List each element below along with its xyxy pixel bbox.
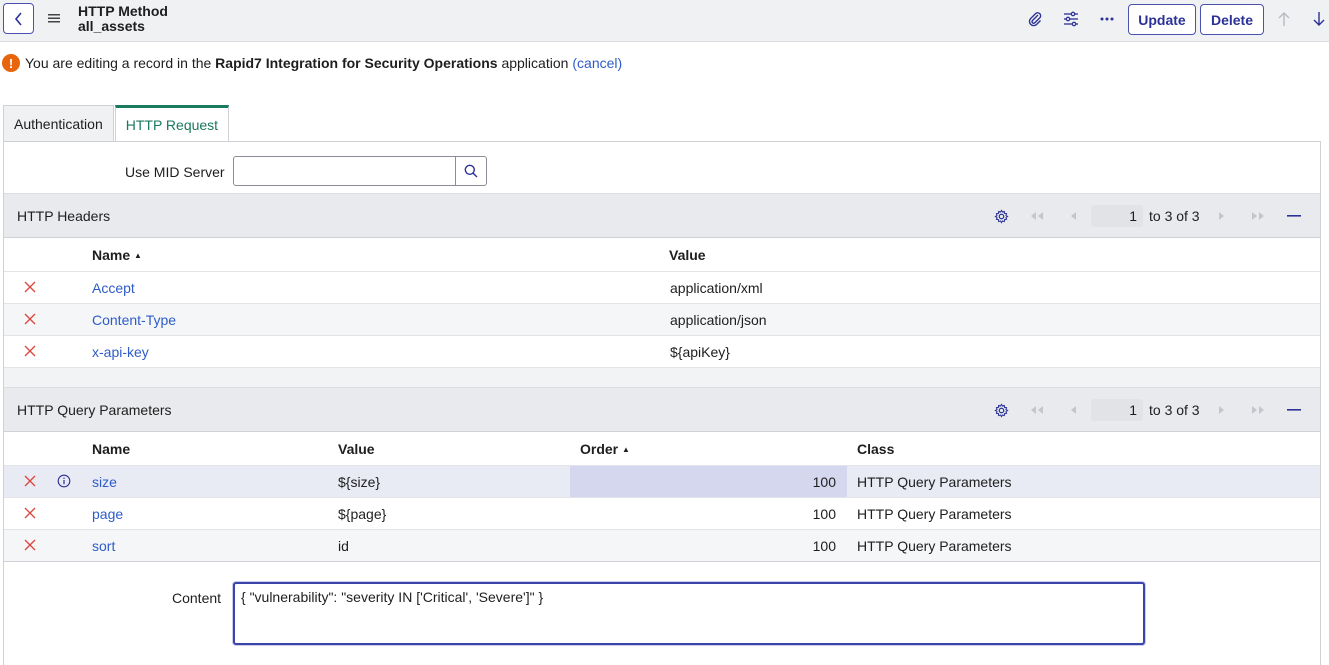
table-row: page ${page} 100 HTTP Query Parameters [4, 497, 1320, 529]
tab-http-request[interactable]: HTTP Request [114, 105, 230, 142]
header-value: application/json [670, 312, 767, 328]
content-label: Content [172, 590, 222, 606]
table-row: Accept application/xml [4, 271, 1320, 303]
column-header-name[interactable]: Name ▲ [92, 247, 142, 263]
header-value: ${apiKey} [670, 344, 730, 360]
notice-app-name: Rapid7 Integration for Security Operatio… [215, 55, 498, 71]
column-header-name-label: Name [92, 247, 131, 263]
delete-row-x-icon[interactable] [24, 475, 36, 487]
header-name-link[interactable]: Content-Type [92, 312, 176, 328]
param-value: ${page} [338, 506, 387, 522]
param-value: ${size} [338, 474, 381, 490]
list-divider [4, 367, 1320, 387]
param-value: id [338, 538, 349, 554]
table-row: size ${size} 100 HTTP Query Parameters [4, 465, 1320, 497]
page-number-field[interactable]: 1 [1091, 399, 1143, 421]
personalize-sliders-icon[interactable] [1062, 10, 1080, 28]
next-page-icon[interactable] [1214, 402, 1230, 418]
notice-prefix: You are editing a record in the [25, 55, 212, 71]
next-record-arrow-icon[interactable] [1310, 10, 1328, 28]
delete-row-x-icon[interactable] [24, 539, 36, 551]
list-bottom-border [4, 561, 1320, 562]
context-menu-icon[interactable] [48, 12, 60, 24]
content-textarea[interactable]: { "vulnerability": "severity IN ['Critic… [233, 582, 1145, 645]
form-header: HTTP Method all_assets Update Delete [0, 0, 1329, 42]
list-settings-gear-icon[interactable] [993, 402, 1009, 418]
header-name-link[interactable]: Accept [92, 280, 135, 296]
mid-server-label: Use MID Server [125, 164, 225, 180]
table-row: sort id 100 HTTP Query Parameters [4, 529, 1320, 561]
column-header-value[interactable]: Value [669, 247, 706, 263]
record-title: HTTP Method all_assets [78, 4, 168, 34]
sort-ascending-icon: ▲ [622, 445, 630, 454]
delete-button[interactable]: Delete [1200, 4, 1264, 35]
mid-server-lookup-button[interactable] [455, 156, 487, 186]
delete-row-x-icon[interactable] [24, 313, 36, 325]
param-name-link[interactable]: sort [92, 538, 115, 554]
last-page-icon[interactable] [1250, 402, 1266, 418]
page-range-text: to 3 of 3 [1149, 402, 1200, 418]
more-options-icon[interactable] [1098, 10, 1116, 28]
column-header-name[interactable]: Name [92, 441, 130, 457]
chevron-left-icon [14, 11, 22, 26]
cancel-link[interactable]: (cancel) [572, 55, 622, 71]
update-button[interactable]: Update [1128, 4, 1196, 35]
param-name-link[interactable]: page [92, 506, 123, 522]
list-settings-gear-icon[interactable] [993, 208, 1009, 224]
http-query-params-pager: 1 to 3 of 3 [4, 398, 1320, 422]
column-header-value[interactable]: Value [338, 441, 375, 457]
param-class: HTTP Query Parameters [857, 506, 1012, 522]
delete-row-x-icon[interactable] [24, 345, 36, 357]
page-range-text: to 3 of 3 [1149, 208, 1200, 224]
notice-suffix: application [501, 55, 569, 71]
back-button[interactable] [3, 3, 34, 34]
record-name: all_assets [78, 18, 145, 34]
previous-page-icon[interactable] [1065, 208, 1081, 224]
delete-row-x-icon[interactable] [24, 281, 36, 293]
delete-row-x-icon[interactable] [24, 507, 36, 519]
tab-authentication[interactable]: Authentication [3, 105, 114, 142]
page-title: HTTP Method [78, 3, 168, 19]
table-row: Content-Type application/json [4, 303, 1320, 335]
param-order: 100 [812, 506, 836, 522]
column-header-class[interactable]: Class [857, 441, 894, 457]
warning-icon: ! [2, 54, 20, 72]
first-page-icon[interactable] [1029, 208, 1045, 224]
first-page-icon[interactable] [1029, 402, 1045, 418]
last-page-icon[interactable] [1250, 208, 1266, 224]
column-header-order-label: Order [580, 441, 619, 457]
param-order: 100 [812, 474, 836, 490]
http-query-params-bar: HTTP Query Parameters 1 to 3 of 3 [4, 387, 1320, 432]
column-header-order[interactable]: Order ▲ [580, 441, 630, 457]
http-headers-bar: HTTP Headers 1 to 3 of 3 [4, 193, 1320, 238]
collapse-list-icon[interactable] [1286, 402, 1302, 418]
param-class: HTTP Query Parameters [857, 474, 1012, 490]
param-name-link[interactable]: size [92, 474, 117, 490]
sort-ascending-icon: ▲ [134, 251, 142, 260]
http-headers-pager: 1 to 3 of 3 [4, 204, 1320, 228]
scope-notice: ! You are editing a record in the Rapid7… [2, 53, 622, 73]
param-class: HTTP Query Parameters [857, 538, 1012, 554]
previous-page-icon[interactable] [1065, 402, 1081, 418]
page-number-field[interactable]: 1 [1091, 205, 1143, 227]
header-name-link[interactable]: x-api-key [92, 344, 149, 360]
collapse-list-icon[interactable] [1286, 208, 1302, 224]
search-icon [464, 164, 478, 178]
param-order: 100 [812, 538, 836, 554]
info-icon[interactable] [57, 474, 71, 488]
mid-server-input[interactable] [233, 156, 456, 186]
attachment-icon[interactable] [1026, 10, 1044, 28]
next-page-icon[interactable] [1214, 208, 1230, 224]
header-value: application/xml [670, 280, 763, 296]
table-row: x-api-key ${apiKey} [4, 335, 1320, 367]
form-tabs: Authentication HTTP Request [3, 105, 230, 142]
previous-record-arrow-icon[interactable] [1275, 10, 1293, 28]
